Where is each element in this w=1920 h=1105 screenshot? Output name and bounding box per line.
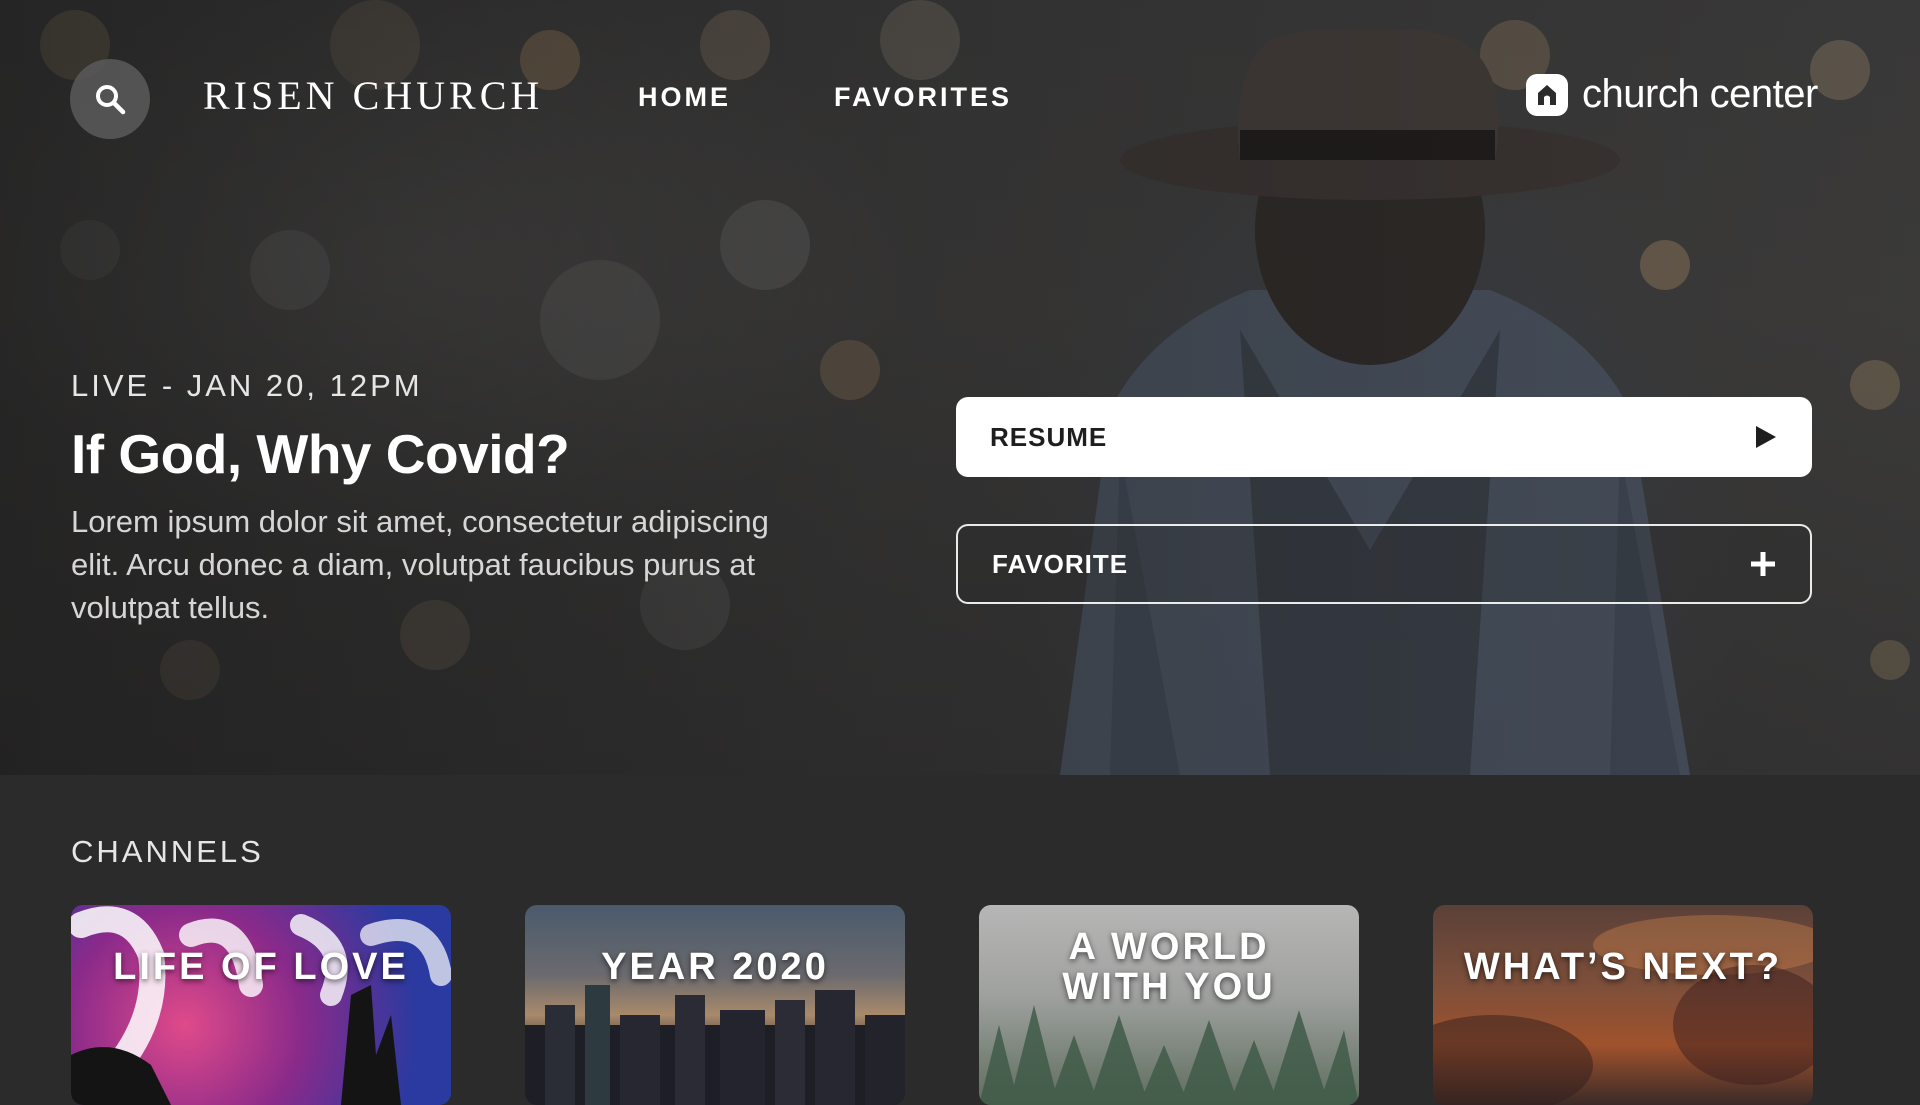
live-date-label: LIVE - JAN 20, 12PM	[71, 368, 423, 403]
nav-home-link[interactable]: HOME	[638, 82, 731, 113]
resume-button[interactable]: RESUME	[956, 397, 1812, 477]
search-icon	[96, 85, 126, 115]
church-brand-name[interactable]: RISEN CHURCH	[203, 72, 543, 119]
channel-card-whats-next[interactable]: WHAT’S NEXT?	[1433, 905, 1813, 1105]
channels-heading: CHANNELS	[71, 834, 264, 869]
favorite-button-label: FAVORITE	[992, 548, 1129, 579]
search-button[interactable]	[70, 59, 150, 139]
channel-card-a-world-with-you[interactable]: A WORLD WITH YOU	[979, 905, 1359, 1105]
channel-thumbnail	[71, 906, 451, 1105]
channel-card-life-of-love[interactable]: LIFE OF LOVE	[71, 905, 451, 1105]
channel-card-title: LIFE OF LOVE	[113, 946, 409, 988]
channel-thumbnail	[1433, 915, 1813, 1105]
nav-favorites-link[interactable]: FAVORITES	[834, 82, 1012, 113]
church-center-logo-icon	[1526, 73, 1568, 116]
channel-card-year-2020[interactable]: YEAR 2020	[525, 905, 905, 1105]
sermon-title: If God, Why Covid?	[71, 423, 570, 485]
channel-card-title: A WORLD WITH YOU	[1062, 926, 1276, 1008]
play-icon	[1756, 426, 1776, 448]
church-center-logo: church center	[1526, 72, 1818, 117]
channel-card-title: WHAT’S NEXT?	[1463, 946, 1783, 988]
channel-card-title: YEAR 2020	[601, 946, 829, 988]
church-center-logo-text: church center	[1582, 72, 1818, 116]
sermon-description: Lorem ipsum dolor sit amet, consectetur …	[71, 504, 769, 625]
resume-button-label: RESUME	[990, 421, 1108, 452]
plus-icon	[1751, 552, 1775, 576]
favorite-button[interactable]: FAVORITE	[956, 524, 1812, 604]
channel-thumbnail	[525, 985, 905, 1105]
